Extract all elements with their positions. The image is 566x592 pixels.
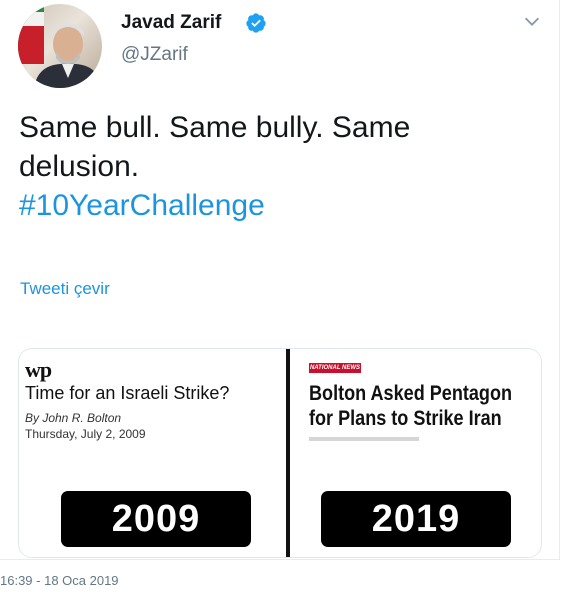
right-headline-line: Bolton Asked Pentagon <box>309 382 513 405</box>
tweet-text-line: delusion. <box>19 150 140 183</box>
right-headline-line: for Plans to Strike Iran <box>309 407 502 430</box>
translate-tweet-link[interactable]: Tweeti çevir <box>20 279 110 299</box>
verified-badge-icon <box>246 13 266 33</box>
display-name[interactable]: Javad Zarif <box>121 12 221 34</box>
right-article-meta <box>309 437 419 441</box>
year-badge-left: 2009 <box>61 491 251 547</box>
handle[interactable]: @JZarif <box>121 44 188 66</box>
washington-post-logo: wp <box>25 357 52 382</box>
tweet-timestamp[interactable]: 16:39 - 18 Oca 2019 <box>0 573 119 588</box>
tweet-text-line: Same bull. Same bully. Same <box>19 111 411 144</box>
tweet-media-image[interactable]: wp Time for an Israeli Strike? By John R… <box>18 348 542 558</box>
avatar[interactable] <box>18 4 102 88</box>
news-tag-label: NATIONAL NEWS <box>309 363 361 373</box>
left-article-byline: By John R. Bolton <box>25 411 122 425</box>
left-article-date: Thursday, July 2, 2009 <box>25 427 146 441</box>
tweet-card: Javad Zarif @JZarif Same bull. Same bull… <box>0 0 560 560</box>
tweet-text: Same bull. Same bully. Same delusion. #1… <box>19 108 539 225</box>
hashtag-link[interactable]: #10YearChallenge <box>19 186 539 225</box>
image-divider <box>286 349 290 557</box>
right-article-headline: Bolton Asked Pentagon for Plans to Strik… <box>309 381 513 431</box>
chevron-down-icon[interactable] <box>521 10 543 32</box>
avatar-photo <box>18 4 102 88</box>
left-article-headline: Time for an Israeli Strike? <box>25 383 230 403</box>
year-badge-right: 2019 <box>321 491 511 547</box>
